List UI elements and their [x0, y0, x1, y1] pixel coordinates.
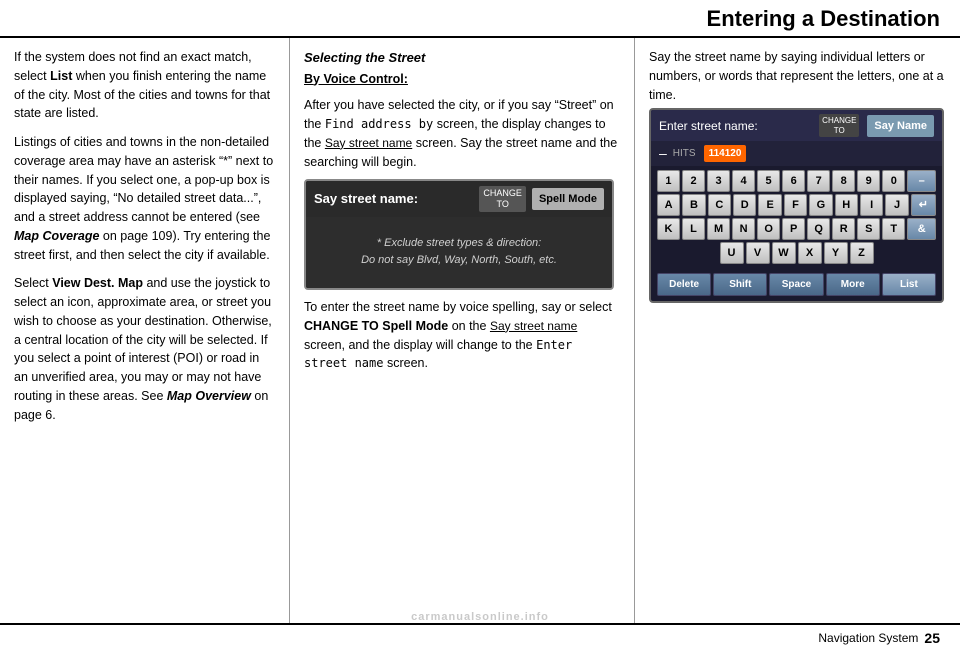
change-to-button[interactable]: CHANGETO — [479, 186, 526, 212]
kb-space-btn[interactable]: Space — [769, 273, 823, 296]
kb-shift-btn[interactable]: Shift — [713, 273, 767, 296]
list-word: List — [50, 69, 72, 83]
kb-key-M[interactable]: M — [707, 218, 730, 240]
kb-key-U[interactable]: U — [720, 242, 744, 264]
kb-key-4[interactable]: 4 — [732, 170, 755, 192]
kb-bottom-row: Delete Shift Space More List — [651, 270, 942, 301]
kb-key-V[interactable]: V — [746, 242, 770, 264]
kb-row-u-z: U V W X Y Z — [657, 242, 936, 264]
kb-minus-icon[interactable]: – — [659, 143, 667, 164]
section-title: Selecting the Street — [304, 48, 620, 68]
kb-key-N[interactable]: N — [732, 218, 755, 240]
spell-mode-button[interactable]: Spell Mode — [532, 188, 604, 211]
enter-street-keyboard-screen: Enter street name: CHANGETO Say Name – H… — [649, 108, 944, 303]
kb-hits-value: 114120 — [704, 145, 747, 162]
kb-key-dash[interactable]: – — [907, 170, 936, 192]
kb-key-ampersand[interactable]: & — [907, 218, 936, 240]
say-street-name-label: Say street name — [325, 136, 412, 150]
view-dest-map-label: View Dest. Map — [52, 276, 143, 290]
kb-header: Enter street name: CHANGETO Say Name — [651, 110, 942, 141]
kb-key-O[interactable]: O — [757, 218, 780, 240]
kb-key-Y[interactable]: Y — [824, 242, 848, 264]
map-coverage-ref: Map Coverage — [14, 229, 99, 243]
content-area: If the system does not find an exact mat… — [0, 38, 960, 623]
kb-say-name-btn[interactable]: Say Name — [867, 115, 934, 138]
screen-note: * Exclude street types & direction: Do n… — [318, 235, 600, 270]
kb-key-1[interactable]: 1 — [657, 170, 680, 192]
kb-row-a-j: A B C D E F G H I J ↵ — [657, 194, 936, 216]
screen-header-label: Say street name: — [314, 189, 473, 209]
kb-key-5[interactable]: 5 — [757, 170, 780, 192]
left-para-3: Select View Dest. Map and use the joysti… — [14, 274, 275, 424]
kb-key-G[interactable]: G — [809, 194, 832, 216]
kb-key-I[interactable]: I — [860, 194, 883, 216]
left-column: If the system does not find an exact mat… — [0, 38, 290, 623]
kb-key-2[interactable]: 2 — [682, 170, 705, 192]
kb-row-k-t: K L M N O P Q R S T & — [657, 218, 936, 240]
kb-key-8[interactable]: 8 — [832, 170, 855, 192]
kb-key-J[interactable]: J — [885, 194, 908, 216]
kb-key-6[interactable]: 6 — [782, 170, 805, 192]
kb-key-B[interactable]: B — [682, 194, 705, 216]
right-intro: Say the street name by saying individual… — [649, 48, 946, 104]
kb-key-3[interactable]: 3 — [707, 170, 730, 192]
kb-keys-area: 1 2 3 4 5 6 7 8 9 0 – A B C D — [651, 166, 942, 270]
kb-row-numbers: 1 2 3 4 5 6 7 8 9 0 – — [657, 170, 936, 192]
say-street-ref: Say street name — [490, 319, 577, 333]
map-overview-ref: Map Overview — [167, 389, 251, 403]
mid-column: Selecting the Street By Voice Control: A… — [290, 38, 635, 623]
page-header: Entering a Destination — [0, 0, 960, 38]
kb-key-backspace[interactable]: ↵ — [911, 194, 936, 216]
kb-key-T[interactable]: T — [882, 218, 905, 240]
kb-key-R[interactable]: R — [832, 218, 855, 240]
screen-body: * Exclude street types & direction: Do n… — [306, 217, 612, 288]
kb-key-E[interactable]: E — [758, 194, 781, 216]
find-address-label: Find address by — [325, 117, 433, 131]
kb-key-S[interactable]: S — [857, 218, 880, 240]
left-para-1: If the system does not find an exact mat… — [14, 48, 275, 123]
kb-key-Q[interactable]: Q — [807, 218, 830, 240]
kb-key-H[interactable]: H — [835, 194, 858, 216]
kb-delete-btn[interactable]: Delete — [657, 273, 711, 296]
kb-key-C[interactable]: C — [708, 194, 731, 216]
kb-hits-label: HITS — [673, 146, 696, 161]
kb-key-W[interactable]: W — [772, 242, 796, 264]
kb-key-Z[interactable]: Z — [850, 242, 874, 264]
kb-key-9[interactable]: 9 — [857, 170, 880, 192]
kb-key-A[interactable]: A — [657, 194, 680, 216]
kb-key-K[interactable]: K — [657, 218, 680, 240]
mid-para-2: To enter the street name by voice spelli… — [304, 298, 620, 373]
kb-change-to-btn[interactable]: CHANGETO — [819, 114, 859, 137]
right-column: Say the street name by saying individual… — [635, 38, 960, 623]
kb-key-L[interactable]: L — [682, 218, 705, 240]
kb-key-7[interactable]: 7 — [807, 170, 830, 192]
page-title: Entering a Destination — [707, 6, 940, 32]
left-para-2: Listings of cities and towns in the non-… — [14, 133, 275, 264]
kb-key-0[interactable]: 0 — [882, 170, 905, 192]
kb-key-D[interactable]: D — [733, 194, 756, 216]
kb-more-btn[interactable]: More — [826, 273, 880, 296]
by-voice-control-label: By Voice Control: — [304, 72, 408, 86]
mid-para-1: After you have selected the city, or if … — [304, 96, 620, 171]
kb-key-X[interactable]: X — [798, 242, 822, 264]
kb-header-label: Enter street name: — [659, 117, 811, 135]
screen-header: Say street name: CHANGETO Spell Mode — [306, 181, 612, 217]
kb-list-btn[interactable]: List — [882, 273, 936, 296]
say-street-screen: Say street name: CHANGETO Spell Mode * E… — [304, 179, 614, 290]
kb-key-F[interactable]: F — [784, 194, 807, 216]
footer-page-number: 25 — [924, 630, 940, 646]
change-to-spell-mode-ref: CHANGE TO Spell Mode — [304, 319, 448, 333]
footer-text: Navigation System — [818, 631, 918, 645]
enter-street-ref: Enter street name — [304, 338, 572, 371]
kb-key-P[interactable]: P — [782, 218, 805, 240]
page-footer: Navigation System 25 — [0, 623, 960, 651]
kb-hits-row: – HITS 114120 — [651, 141, 942, 166]
mid-sub-title: By Voice Control: — [304, 70, 620, 89]
